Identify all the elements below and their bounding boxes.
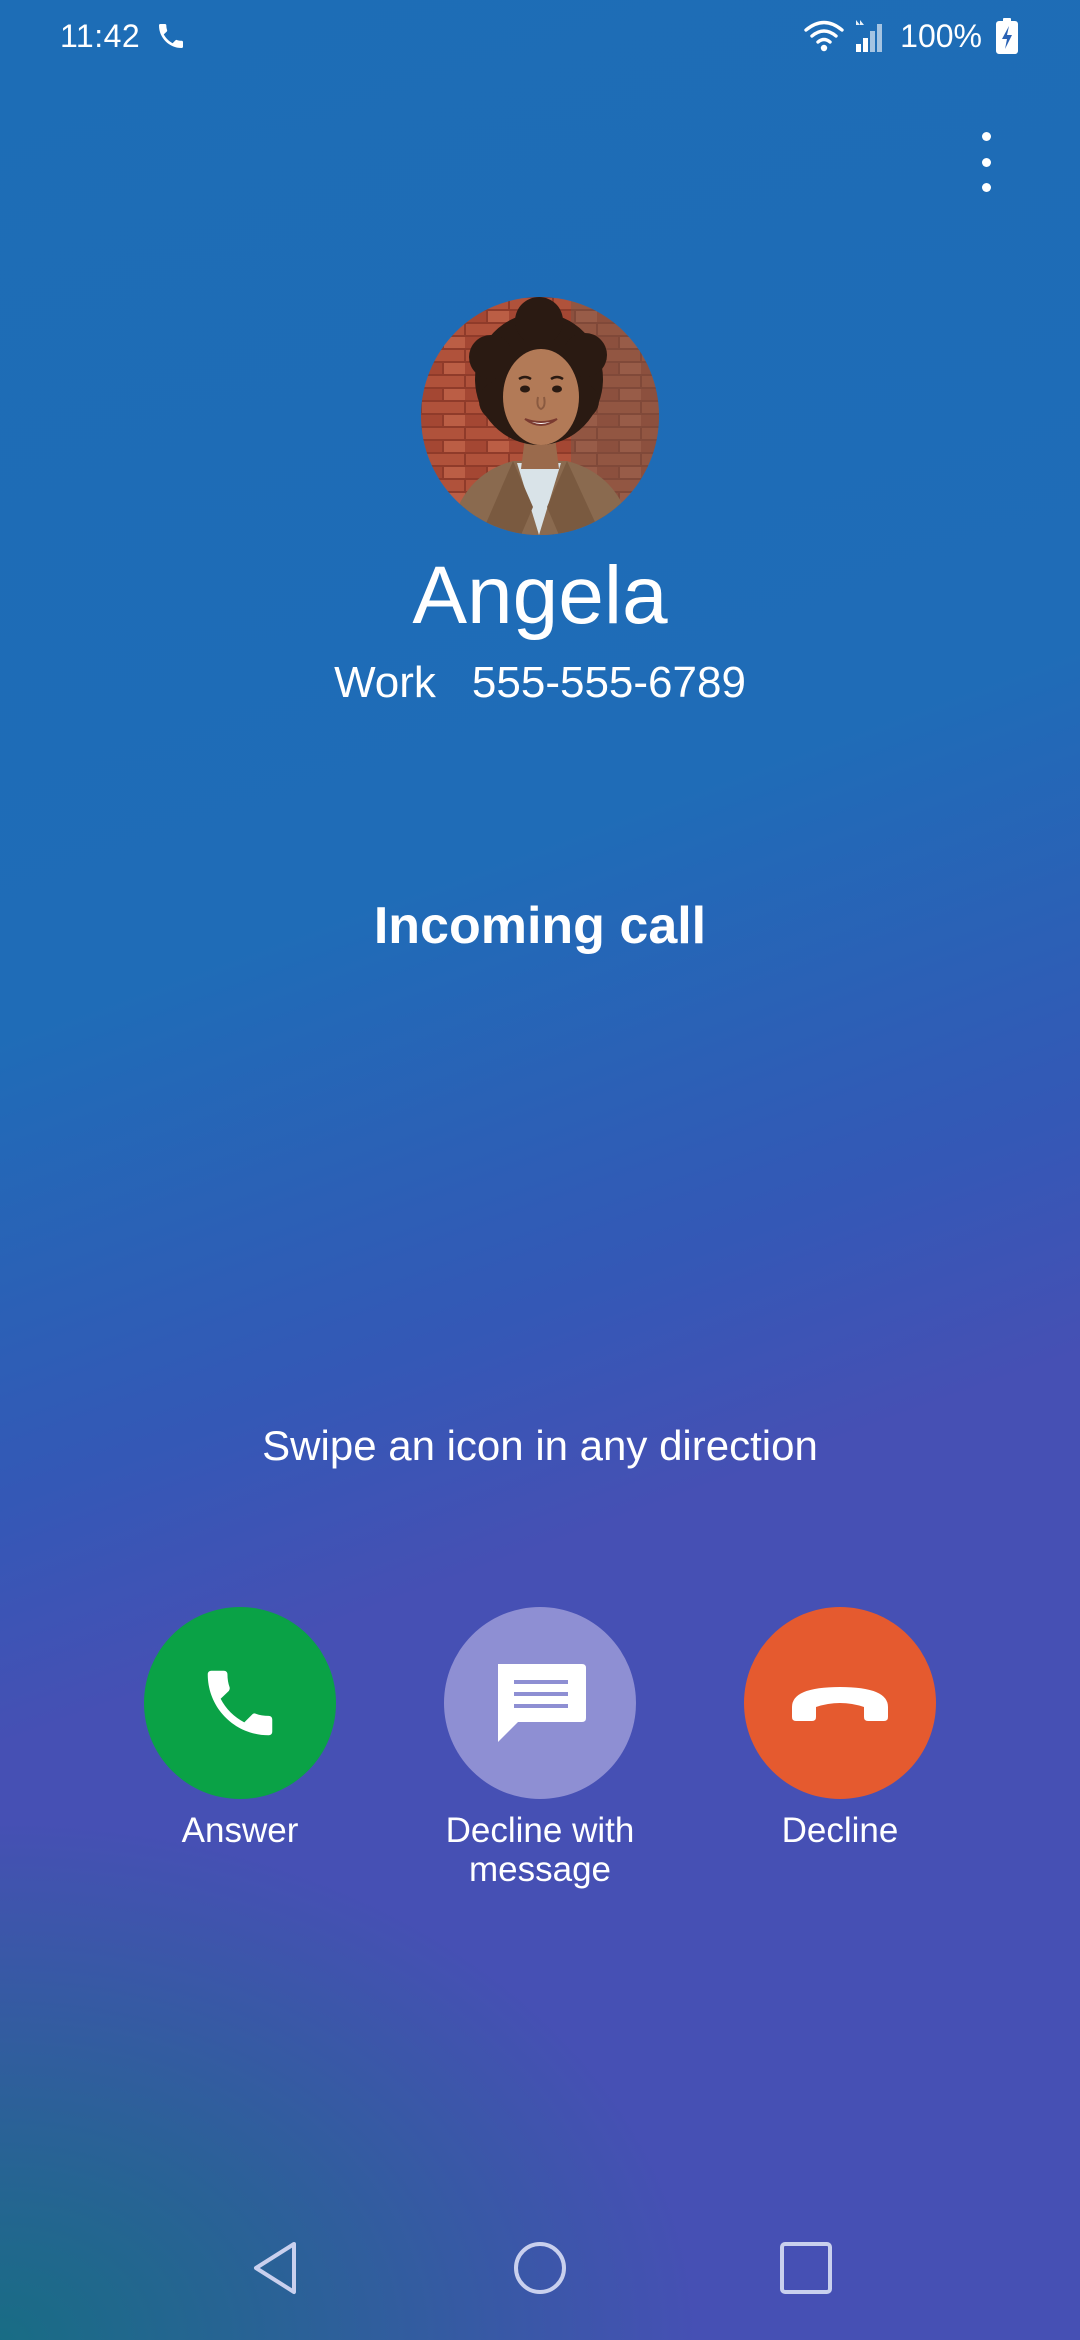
decline-button[interactable] <box>744 1607 936 1799</box>
navigation-bar <box>0 2218 1080 2338</box>
contact-photo <box>421 297 659 535</box>
phone-icon <box>207 1670 273 1736</box>
hang-up-icon <box>792 1687 888 1721</box>
recents-square-icon[interactable] <box>770 2232 842 2304</box>
decline-action: Decline <box>670 1607 1010 1850</box>
more-vertical-icon[interactable] <box>962 126 1010 198</box>
status-bar: 11:42 100% <box>0 0 1080 76</box>
caller-name: Angela <box>412 550 668 641</box>
swipe-hint: Swipe an icon in any direction <box>262 1422 818 1469</box>
caller-info: Work 555-555-6789 <box>0 655 1080 711</box>
message-icon <box>498 1664 586 1742</box>
battery-percentage: 100% <box>900 17 982 54</box>
phone-number: 555-555-6789 <box>471 658 746 707</box>
call-status: Incoming call <box>373 897 707 955</box>
status-time: 11:42 <box>60 18 141 54</box>
incoming-call-screen: 11:42 100% Angela Work 555-555-6789 Inco… <box>0 0 1080 2340</box>
battery-charging-icon <box>996 18 1018 54</box>
decline-with-message-label: Decline with message <box>445 1811 635 1889</box>
number-label: Work <box>334 658 436 707</box>
message-action: Decline with message <box>370 1607 710 1889</box>
phone-icon <box>159 24 183 48</box>
answer-action: Answer <box>70 1607 410 1850</box>
home-circle-icon[interactable] <box>504 2232 576 2304</box>
status-icons: 100% <box>804 14 1018 58</box>
answer-label: Answer <box>181 1811 299 1850</box>
answer-button[interactable] <box>144 1607 336 1799</box>
decline-label: Decline <box>781 1811 899 1850</box>
decline-with-message-button[interactable] <box>444 1607 636 1799</box>
back-triangle-icon[interactable] <box>240 2232 312 2304</box>
wifi-icon <box>804 20 844 52</box>
signal-icon <box>856 20 883 52</box>
